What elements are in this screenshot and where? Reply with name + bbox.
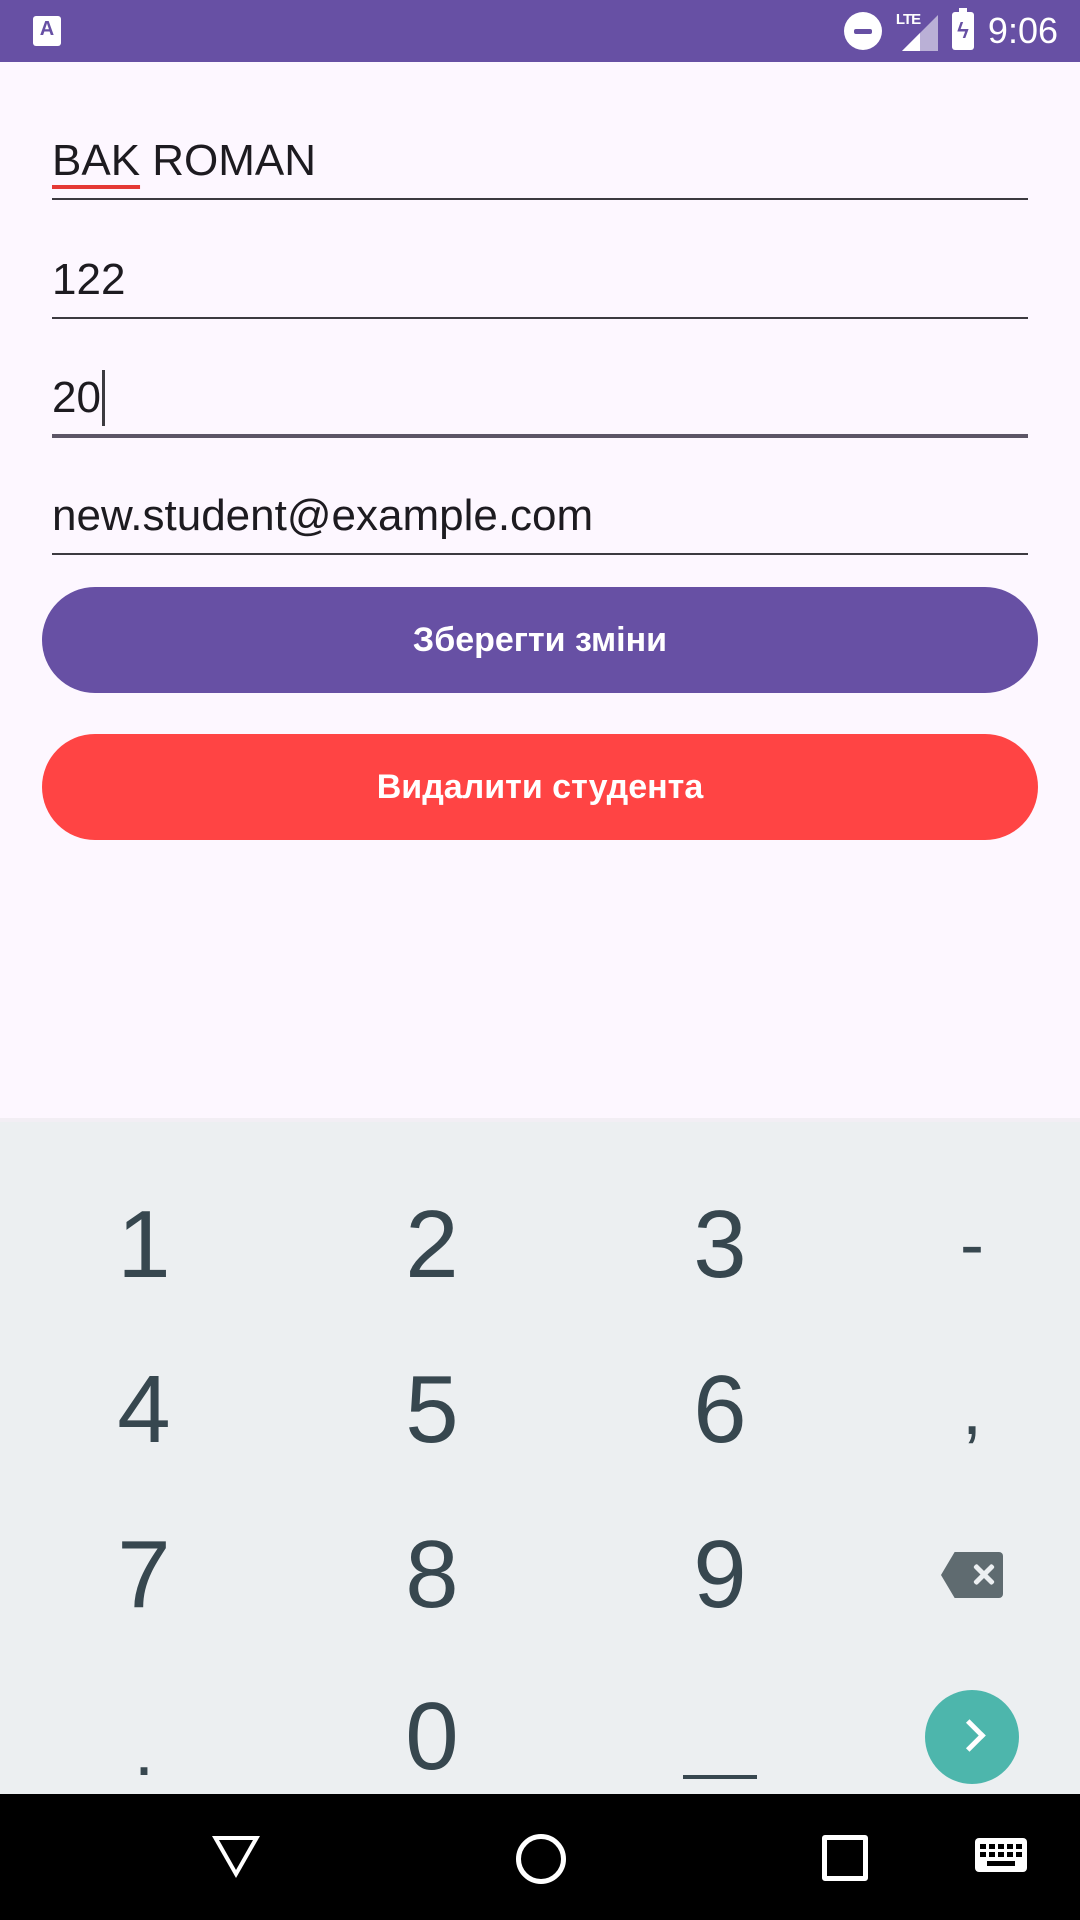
key-7[interactable]: 7: [9, 1492, 279, 1658]
group-value: 122: [52, 255, 126, 304]
name-field[interactable]: BAK ROMAN: [52, 124, 1028, 200]
recents-icon[interactable]: [822, 1835, 868, 1881]
backspace-icon: [941, 1552, 1003, 1598]
home-icon[interactable]: [516, 1834, 566, 1884]
delete-student-label: Видалити студента: [376, 767, 704, 806]
key-6[interactable]: 6: [585, 1327, 855, 1493]
backspace-key[interactable]: [837, 1492, 1080, 1658]
text-cursor: [101, 370, 105, 426]
email-value: new.student@example.com: [52, 491, 594, 540]
status-bar: A LTE ϟ 9:06: [0, 0, 1080, 62]
status-clock: 9:06: [987, 10, 1058, 51]
age-value: 20: [52, 373, 101, 422]
key-period[interactable]: .: [9, 1672, 279, 1792]
keyboard-switch-icon[interactable]: [975, 1838, 1027, 1872]
key-4[interactable]: 4: [9, 1327, 279, 1493]
battery-charging-icon: ϟ: [951, 8, 974, 50]
navigation-bar: [0, 1794, 1080, 1920]
key-3[interactable]: 3: [585, 1162, 855, 1328]
key-2[interactable]: 2: [297, 1162, 567, 1328]
name-value-misspelled-word: BAK: [52, 136, 141, 185]
name-value: BAK ROMAN: [52, 136, 316, 186]
delete-student-button[interactable]: Видалити студента: [42, 734, 1038, 840]
name-value-rest: ROMAN: [152, 136, 317, 185]
group-field[interactable]: 122: [52, 243, 1028, 319]
app-notification-icon: A: [33, 16, 61, 46]
key-9[interactable]: 9: [585, 1492, 855, 1658]
numeric-keyboard: 1 2 3 - 4 5 6 , 7 8 9 . 0: [0, 1118, 1080, 1798]
status-icons: LTE ϟ 9:06: [843, 0, 1058, 62]
signal-icon: LTE: [896, 9, 938, 53]
key-minus[interactable]: -: [837, 1162, 1080, 1328]
age-field[interactable]: 20: [52, 362, 1028, 438]
key-comma[interactable]: ,: [837, 1327, 1080, 1493]
save-changes-label: Зберегти зміни: [412, 620, 668, 659]
key-8[interactable]: 8: [297, 1492, 567, 1658]
underscore-glyph: [683, 1775, 757, 1779]
save-changes-button[interactable]: Зберегти зміни: [42, 587, 1038, 693]
back-icon[interactable]: [212, 1836, 260, 1878]
key-5[interactable]: 5: [297, 1327, 567, 1493]
email-field[interactable]: new.student@example.com: [52, 479, 1028, 555]
do-not-disturb-icon: [843, 12, 882, 50]
chevron-right-icon: [925, 1690, 1019, 1784]
key-1[interactable]: 1: [9, 1162, 279, 1328]
